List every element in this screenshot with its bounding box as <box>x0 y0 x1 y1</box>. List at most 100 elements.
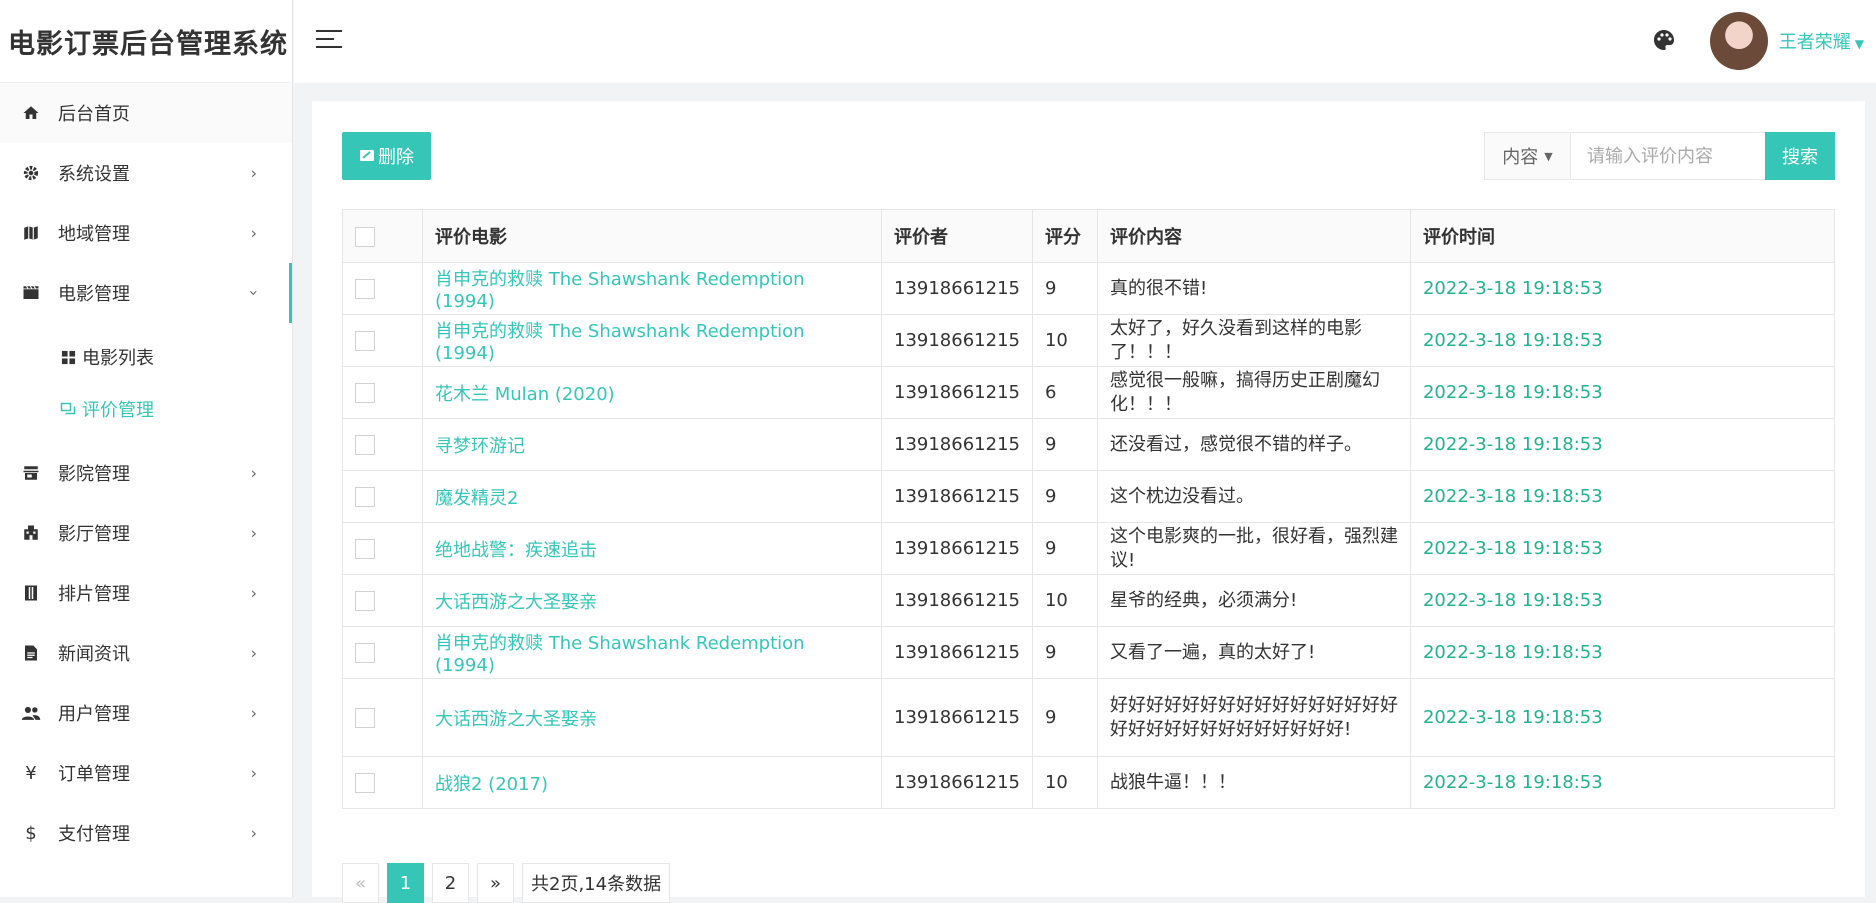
prev-page-button[interactable]: « <box>342 863 379 903</box>
building-icon <box>20 522 42 544</box>
pagination: « 1 2 » 共2页,14条数据 <box>342 863 678 903</box>
table-row: 寻梦环游记 13918661215 9 还没看过，感觉很不错的样子。 2022-… <box>342 418 1836 471</box>
movie-link[interactable]: 肖申克的救赎 The Shawshank Redemption (1994) <box>422 262 882 315</box>
row-checkbox[interactable] <box>355 435 375 455</box>
table-row: 花木兰 Mulan (2020) 13918661215 6 感觉很一般嘛，搞得… <box>342 366 1836 419</box>
row-checkbox[interactable] <box>355 539 375 559</box>
score-cell: 9 <box>1031 470 1098 523</box>
column-header: 评价电影 <box>422 209 882 263</box>
reviews-table: 评价电影 评价者 评分 评价内容 评价时间 肖申克的救赎 The Shawsha… <box>342 209 1836 809</box>
movie-link[interactable]: 魔发精灵2 <box>422 470 882 523</box>
sidebar-item-movies[interactable]: 电影管理 › <box>0 263 292 323</box>
movie-link[interactable]: 战狼2 (2017) <box>422 756 882 809</box>
row-select-cell <box>342 678 423 757</box>
score-cell: 10 <box>1031 314 1098 367</box>
sidebar-item-payments[interactable]: $ 支付管理 › <box>0 803 292 863</box>
reviewer-cell: 13918661215 <box>881 574 1033 627</box>
row-checkbox[interactable] <box>355 773 375 793</box>
movie-link[interactable]: 绝地战警：疾速追击 <box>422 522 882 575</box>
app-title: 电影订票后台管理系统 <box>0 0 292 83</box>
gear-icon <box>20 162 42 184</box>
row-checkbox[interactable] <box>355 708 375 728</box>
sidebar-item-settings[interactable]: 系统设置 › <box>0 143 292 203</box>
row-select-cell <box>342 314 423 367</box>
table-row: 大话西游之大圣娶亲 13918661215 9 好好好好好好好好好好好好好好好好… <box>342 678 1836 757</box>
search-field-value: 内容 <box>1502 147 1539 168</box>
select-all-checkbox[interactable] <box>355 226 375 247</box>
sidebar-item-news[interactable]: 新闻资讯 › <box>0 623 292 683</box>
score-cell: 9 <box>1031 262 1098 315</box>
column-header: 评分 <box>1031 209 1098 263</box>
grid-icon <box>60 349 76 365</box>
movie-link[interactable]: 大话西游之大圣娶亲 <box>422 574 882 627</box>
content-cell: 又看了一遍，真的太好了! <box>1096 626 1411 679</box>
chevron-right-icon: › <box>250 703 257 723</box>
reviewer-cell: 13918661215 <box>881 678 1033 757</box>
table-row: 肖申克的救赎 The Shawshank Redemption (1994) 1… <box>342 626 1836 679</box>
delete-button[interactable]: 删除 <box>342 132 431 180</box>
reviewer-cell: 13918661215 <box>881 626 1033 679</box>
chevron-right-icon: › <box>250 643 257 663</box>
score-cell: 9 <box>1031 522 1098 575</box>
chevron-right-icon: › <box>250 223 257 243</box>
row-checkbox[interactable] <box>355 331 375 351</box>
sidebar-item-schedule[interactable]: 排片管理 › <box>0 563 292 623</box>
table-header-row: 评价电影 评价者 评分 评价内容 评价时间 <box>342 209 1836 263</box>
avatar[interactable] <box>1710 12 1768 70</box>
time-cell: 2022-3-18 19:18:53 <box>1409 314 1836 367</box>
chevron-right-icon: › <box>250 163 257 183</box>
row-checkbox[interactable] <box>355 643 375 663</box>
users-icon <box>20 702 42 724</box>
sidebar-item-orders[interactable]: ¥ 订单管理 › <box>0 743 292 803</box>
sidebar-item-halls[interactable]: 影厅管理 › <box>0 503 292 563</box>
movie-link[interactable]: 肖申克的救赎 The Shawshank Redemption (1994) <box>422 314 882 367</box>
time-cell: 2022-3-18 19:18:53 <box>1409 678 1836 757</box>
page-button-1[interactable]: 1 <box>387 863 424 903</box>
next-page-button[interactable]: » <box>477 863 514 903</box>
sidebar-subitem-movie-list[interactable]: 电影列表 <box>0 331 292 383</box>
row-select-cell <box>342 262 423 315</box>
sidebar-item-region[interactable]: 地域管理 › <box>0 203 292 263</box>
chevron-right-icon: › <box>250 823 257 843</box>
user-menu[interactable]: 王者荣耀 ▼ <box>1779 28 1864 54</box>
movie-link[interactable]: 花木兰 Mulan (2020) <box>422 366 882 419</box>
sidebar-item-cinemas[interactable]: 影院管理 › <box>0 443 292 503</box>
time-cell: 2022-3-18 19:18:53 <box>1409 756 1836 809</box>
row-checkbox[interactable] <box>355 591 375 611</box>
store-icon <box>20 462 42 484</box>
row-checkbox[interactable] <box>355 383 375 403</box>
search-field-select[interactable]: 内容 ▼ <box>1485 133 1571 179</box>
content-cell: 这个枕边没看过。 <box>1096 470 1411 523</box>
table-row: 肖申克的救赎 The Shawshank Redemption (1994) 1… <box>342 262 1836 315</box>
search-button[interactable]: 搜索 <box>1765 132 1835 180</box>
row-checkbox[interactable] <box>355 487 375 507</box>
search-input[interactable] <box>1571 133 1765 179</box>
reviewer-cell: 13918661215 <box>881 470 1033 523</box>
reviewer-cell: 13918661215 <box>881 314 1033 367</box>
comment-icon <box>60 401 76 417</box>
reviewer-cell: 13918661215 <box>881 262 1033 315</box>
movie-link[interactable]: 寻梦环游记 <box>422 418 882 471</box>
sidebar-item-users[interactable]: 用户管理 › <box>0 683 292 743</box>
menu-toggle-icon[interactable] <box>316 30 342 50</box>
row-select-cell <box>342 626 423 679</box>
sidebar-subitem-reviews[interactable]: 评价管理 <box>0 383 292 435</box>
caret-down-icon: ▼ <box>1854 37 1864 51</box>
score-cell: 10 <box>1031 756 1098 809</box>
score-cell: 6 <box>1031 366 1098 419</box>
table-row: 魔发精灵2 13918661215 9 这个枕边没看过。 2022-3-18 1… <box>342 470 1836 523</box>
sidebar-item-home[interactable]: 后台首页 <box>0 83 292 143</box>
chevron-right-icon: › <box>250 523 257 543</box>
time-cell: 2022-3-18 19:18:53 <box>1409 418 1836 471</box>
reviewer-cell: 13918661215 <box>881 522 1033 575</box>
page-button-2[interactable]: 2 <box>432 863 469 903</box>
map-icon <box>20 222 42 244</box>
row-select-cell <box>342 522 423 575</box>
filmstrip-icon <box>20 582 42 604</box>
palette-icon[interactable] <box>1652 28 1676 52</box>
row-checkbox[interactable] <box>355 279 375 299</box>
row-select-cell <box>342 756 423 809</box>
movie-link[interactable]: 大话西游之大圣娶亲 <box>422 678 882 757</box>
movie-link[interactable]: 肖申克的救赎 The Shawshank Redemption (1994) <box>422 626 882 679</box>
chevron-right-icon: › <box>250 463 257 483</box>
